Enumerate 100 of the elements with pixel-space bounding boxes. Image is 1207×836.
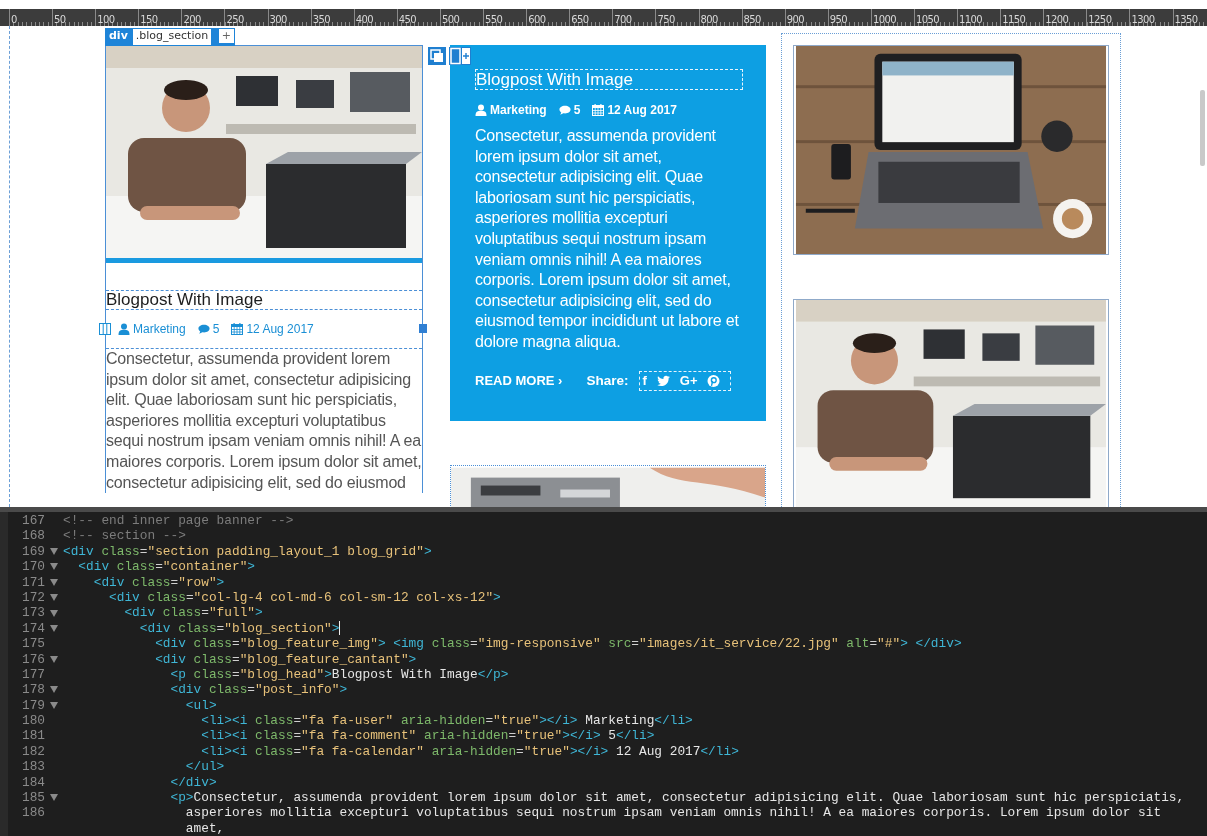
line-number: 171 bbox=[21, 574, 45, 590]
comment-icon bbox=[197, 323, 210, 335]
code-line: <div class="blog_feature_cantant"> bbox=[154, 651, 417, 667]
column-plus-icon[interactable] bbox=[449, 47, 471, 65]
post-meta-text: Marketing bbox=[490, 103, 547, 117]
line-number: 174 bbox=[21, 620, 45, 636]
ruler-label: 300 bbox=[268, 13, 287, 26]
ruler-label: 1050 bbox=[914, 13, 940, 26]
line-number: 176 bbox=[21, 651, 45, 667]
line-number: 170 bbox=[21, 559, 45, 575]
ruler-label: 700 bbox=[613, 13, 632, 26]
fold-triangle-icon[interactable] bbox=[50, 609, 58, 617]
code-line: <div class="post_info"> bbox=[169, 682, 348, 698]
comment-icon bbox=[558, 104, 571, 116]
code-line: <div class="container"> bbox=[77, 559, 255, 575]
code-line: amet, bbox=[184, 820, 225, 836]
ruler-label: 400 bbox=[354, 13, 374, 26]
google-plus-link[interactable]: G+ bbox=[679, 373, 698, 389]
pin-icon[interactable] bbox=[707, 374, 721, 387]
ruler-label: 50 bbox=[53, 13, 66, 26]
ruler-label: 1350 bbox=[1173, 13, 1198, 26]
ruler-label: 0 bbox=[10, 13, 17, 26]
line-number: 179 bbox=[21, 697, 45, 713]
line-number: 169 bbox=[21, 543, 45, 559]
code-line: <div class="col-lg-4 col-md-6 col-sm-12 col-xs-12"> bbox=[108, 589, 501, 606]
ruler-label: 750 bbox=[656, 13, 675, 26]
fold-triangle-icon[interactable] bbox=[50, 578, 58, 586]
fold-triangle-icon[interactable] bbox=[50, 655, 58, 663]
code-line: <!-- end inner page banner --> bbox=[63, 513, 294, 529]
post-meta-text: 5 bbox=[573, 103, 581, 117]
line-number: 181 bbox=[21, 728, 45, 744]
post-body: Consectetur, assumenda provident lorem ipsum dolor sit amet, consectetur adipisicing elit. Quae laboriosam sunt hic perspiciatis, asperiores mollitia excepturi voluptatibus sequi nostrum ipsam veniam omnis nihil! A ea maiores corporis. Lorem ipsum dolor sit amet, consectetur adipisicing elit, sed do eiusmod tempor incididunt ut labore et dolore magna aliqua. bbox=[475, 126, 740, 352]
calendar-icon bbox=[231, 323, 244, 335]
code-line: <p class="blog_head">Blogpost With Image</p> bbox=[169, 666, 509, 683]
code-line: <div class="blog_feature_img"> <img class="img-responsive" src="images/it_service/22.jpg" alt="#"> </div> bbox=[154, 636, 962, 652]
fold-triangle-icon[interactable] bbox=[50, 701, 58, 709]
line-number: 180 bbox=[21, 713, 45, 729]
code-line: <li><i class="fa fa-calendar" aria-hidden="true"></i> 12 Aug 2017</li> bbox=[200, 743, 739, 760]
fold-triangle-icon[interactable] bbox=[50, 547, 58, 555]
ruler-label: 550 bbox=[484, 13, 503, 26]
post-title: Blogpost With Image bbox=[475, 69, 743, 90]
resize-handle[interactable] bbox=[419, 324, 427, 333]
post-title: Blogpost With Image bbox=[106, 290, 422, 310]
line-number: 183 bbox=[21, 759, 45, 775]
ruler-label: 950 bbox=[828, 13, 848, 26]
fold-triangle-icon[interactable] bbox=[50, 594, 58, 602]
ruler-label: 1250 bbox=[1087, 13, 1112, 26]
ruler-label: 100 bbox=[96, 13, 115, 26]
code-line: <li><i class="fa fa-comment" aria-hidden="true"></i> 5</li> bbox=[200, 728, 655, 744]
element-tag[interactable]: div bbox=[106, 29, 131, 45]
post-meta-text: 12 Aug 2017 bbox=[246, 322, 314, 336]
ruler-label: 600 bbox=[527, 13, 546, 26]
calendar-icon bbox=[592, 104, 605, 116]
ruler-label: 1100 bbox=[958, 13, 983, 26]
ruler-label: 800 bbox=[699, 13, 718, 26]
ruler-label: 150 bbox=[139, 13, 158, 26]
fold-triangle-icon[interactable] bbox=[50, 563, 58, 571]
line-number: 167 bbox=[21, 513, 45, 528]
code-line: <p>Consectetur, assumenda provident lorem ipsum dolor sit amet, consectetur adipisicing elit. Quae laboriosam sunt hic perspiciatis, bbox=[169, 790, 1185, 806]
ruler-label: 1150 bbox=[1001, 13, 1026, 26]
ruler-label: 350 bbox=[311, 13, 330, 26]
ruler-label: 450 bbox=[397, 13, 417, 26]
code-line: <!-- section --> bbox=[63, 528, 186, 544]
scrollbar[interactable] bbox=[1200, 90, 1205, 166]
columns-icon[interactable] bbox=[99, 323, 111, 335]
code-line: <div class="full"> bbox=[123, 605, 263, 621]
line-number: 175 bbox=[21, 636, 45, 652]
fold-triangle-icon[interactable] bbox=[50, 794, 58, 802]
read-more-link[interactable]: READ MORE › bbox=[475, 373, 563, 389]
line-number: 177 bbox=[21, 666, 45, 682]
ruler-label: 650 bbox=[570, 13, 589, 26]
fold-triangle-icon[interactable] bbox=[50, 686, 58, 694]
class-field[interactable]: .blog_section bbox=[132, 29, 211, 45]
post-body: Consectetur, assumenda provident lorem ipsum dolor sit amet, consectetur adipisicing elit. Quae laboriosam sunt hic perspiciatis, asperiores mollitia excepturi voluptatibus sequi nostrum ipsam veniam omnis nihil! A ea maiores corporis. Lorem ipsum dolor sit amet, consectetur adipisicing elit, sed do eiusmod bbox=[106, 349, 422, 493]
ruler-label: 200 bbox=[182, 13, 201, 26]
post-meta-text: 5 bbox=[212, 322, 220, 336]
code-line: </div> bbox=[169, 774, 217, 791]
duplicate-icon[interactable] bbox=[428, 47, 446, 65]
ruler-label: 250 bbox=[225, 13, 244, 26]
code-editor[interactable] bbox=[0, 512, 1207, 836]
line-number: 186 bbox=[21, 805, 45, 821]
code-line: </ul> bbox=[184, 759, 225, 775]
ruler-label: 1200 bbox=[1044, 13, 1069, 26]
code-line: <div class="section padding_layout_1 blog_grid"> bbox=[63, 543, 432, 560]
line-number: 184 bbox=[21, 774, 45, 790]
post-meta-text: Marketing bbox=[133, 322, 186, 336]
facebook-link[interactable]: f bbox=[642, 373, 647, 389]
post-meta-text: 12 Aug 2017 bbox=[607, 103, 677, 117]
add-class-button[interactable]: + bbox=[218, 29, 235, 43]
line-number: 172 bbox=[21, 589, 45, 605]
line-number: 182 bbox=[21, 743, 45, 759]
code-line: <div class="blog_section"> bbox=[138, 620, 340, 637]
code-line: asperiores mollitia excepturi voluptatibus sequi nostrum ipsam veniam omnis nihil! A ea maiores corporis. Lorem ipsum dolor sit bbox=[184, 805, 1162, 821]
line-number: 185 bbox=[21, 790, 45, 806]
ruler-label: 900 bbox=[785, 13, 804, 26]
fold-triangle-icon[interactable] bbox=[50, 624, 58, 632]
code-line: <div class="row"> bbox=[92, 574, 225, 590]
line-number: 173 bbox=[21, 605, 45, 621]
ruler-label: 1000 bbox=[871, 13, 896, 26]
bird-icon[interactable] bbox=[656, 374, 670, 387]
